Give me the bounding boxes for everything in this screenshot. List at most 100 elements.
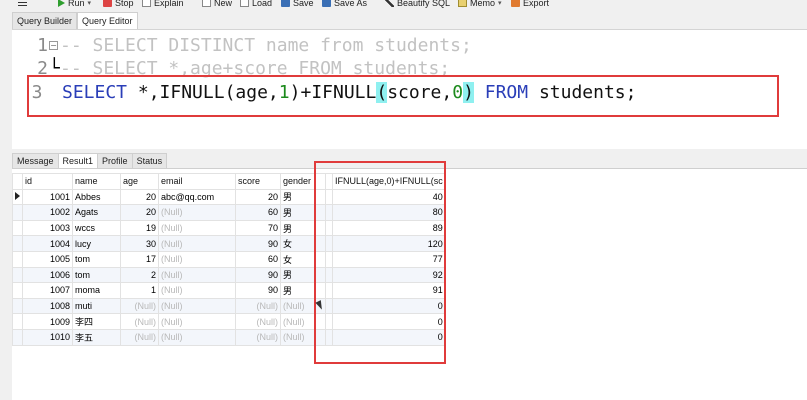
editor-tabs: Query Builder Query Editor [12, 12, 138, 29]
new-button[interactable]: New [202, 0, 232, 9]
table-cell[interactable]: (Null) [235, 297, 281, 315]
chevron-down-icon: ▾ [87, 0, 92, 7]
row-selector[interactable] [12, 313, 23, 330]
table-cell[interactable]: 1008 [22, 297, 73, 315]
table-cell[interactable]: (Null) [158, 250, 236, 268]
table-cell[interactable]: (Null) [158, 204, 236, 221]
save-as-button[interactable]: Save As [322, 0, 367, 9]
column-header[interactable]: score [235, 173, 281, 190]
table-cell[interactable]: 90 [235, 282, 281, 299]
table-cell[interactable]: 17 [120, 250, 159, 268]
table-cell[interactable]: 1005 [22, 250, 73, 268]
tab-profile[interactable]: Profile [97, 153, 133, 168]
table-cell[interactable]: 2 [120, 266, 159, 284]
table-cell[interactable]: (Null) [158, 219, 236, 237]
column-header[interactable]: name [72, 173, 121, 190]
table-cell[interactable]: (Null) [158, 297, 236, 315]
explain-button[interactable]: Explain [142, 0, 184, 9]
play-icon [58, 0, 65, 7]
row-selector[interactable] [12, 188, 23, 206]
code-line-1: 1− -- SELECT DISTINCT name from students; [12, 34, 472, 56]
sql-highlight-box [27, 75, 779, 117]
table-cell[interactable]: (Null) [120, 328, 159, 346]
row-selector[interactable] [12, 282, 23, 299]
load-icon [240, 0, 249, 7]
column-header[interactable]: email [158, 173, 236, 190]
row-selector[interactable] [12, 219, 23, 237]
fold-toggle-icon[interactable]: − [49, 40, 58, 50]
table-cell[interactable]: (Null) [235, 313, 281, 330]
result-tabs: Message Result1 Profile Status [12, 153, 168, 168]
row-selector[interactable] [12, 235, 23, 252]
memo-button[interactable]: Memo ▾ [458, 0, 502, 9]
table-cell[interactable]: 1009 [22, 313, 73, 330]
save-as-icon [322, 0, 331, 7]
load-button[interactable]: Load [240, 0, 272, 9]
table-cell[interactable]: (Null) [120, 297, 159, 315]
tab-result1[interactable]: Result1 [57, 153, 99, 168]
line-number: 1 [37, 34, 48, 56]
table-cell[interactable]: (Null) [158, 235, 236, 252]
table-cell[interactable]: 1001 [22, 188, 73, 206]
hamburger-icon [18, 0, 27, 7]
table-cell[interactable]: 90 [235, 266, 281, 284]
table-cell[interactable]: 60 [235, 204, 281, 221]
table-cell[interactable]: abc@qq.com [158, 188, 236, 206]
table-cell[interactable]: 70 [235, 219, 281, 237]
table-cell[interactable]: 李五 [72, 328, 121, 346]
tab-query-builder[interactable]: Query Builder [12, 12, 78, 29]
tab-query-editor[interactable]: Query Editor [77, 12, 138, 29]
row-selector[interactable] [12, 250, 23, 268]
row-selector[interactable] [12, 204, 23, 221]
export-icon [511, 0, 520, 7]
column-header[interactable]: age [120, 173, 159, 190]
table-cell[interactable]: Agats [72, 204, 121, 221]
stop-icon [103, 0, 112, 7]
table-cell[interactable]: 1010 [22, 328, 73, 346]
table-cell[interactable]: 1007 [22, 282, 73, 299]
memo-icon [458, 0, 467, 7]
column-header[interactable]: id [22, 173, 73, 190]
column-highlight-box [314, 161, 446, 364]
table-cell[interactable]: 19 [120, 219, 159, 237]
chevron-down-icon: ▾ [498, 0, 502, 7]
stop-button[interactable]: Stop [103, 0, 134, 9]
run-button[interactable]: Run ▾ [58, 0, 91, 9]
table-cell[interactable]: lucy [72, 235, 121, 252]
row-selector[interactable] [12, 328, 23, 346]
table-cell[interactable]: tom [72, 266, 121, 284]
table-cell[interactable]: moma [72, 282, 121, 299]
beautify-sql-button[interactable]: Beautify SQL [385, 0, 450, 9]
table-cell[interactable]: (Null) [235, 328, 281, 346]
table-cell[interactable]: (Null) [120, 313, 159, 330]
table-cell[interactable]: 1004 [22, 235, 73, 252]
menu-button[interactable] [18, 0, 27, 9]
tab-status[interactable]: Status [131, 153, 168, 168]
table-cell[interactable]: (Null) [158, 266, 236, 284]
table-cell[interactable]: 1003 [22, 219, 73, 237]
table-cell[interactable]: wccs [72, 219, 121, 237]
export-button[interactable]: Export [511, 0, 549, 9]
table-cell[interactable]: (Null) [158, 282, 236, 299]
table-cell[interactable]: (Null) [158, 328, 236, 346]
table-cell[interactable]: 20 [120, 204, 159, 221]
table-cell[interactable]: 1006 [22, 266, 73, 284]
table-cell[interactable]: Abbes [72, 188, 121, 206]
table-cell[interactable]: (Null) [158, 313, 236, 330]
row-selector[interactable] [12, 266, 23, 284]
table-cell[interactable]: tom [72, 250, 121, 268]
table-cell[interactable]: 李四 [72, 313, 121, 330]
current-row-icon [15, 191, 20, 200]
tab-message[interactable]: Message [12, 153, 59, 168]
table-cell[interactable]: 1 [120, 282, 159, 299]
table-cell[interactable]: 90 [235, 235, 281, 252]
row-selector[interactable] [12, 297, 23, 315]
table-cell[interactable]: 20 [120, 188, 159, 206]
table-cell[interactable]: muti [72, 297, 121, 315]
table-cell[interactable]: 30 [120, 235, 159, 252]
save-button[interactable]: Save [281, 0, 314, 9]
sql-comment: -- SELECT DISTINCT name from students; [60, 34, 472, 56]
table-cell[interactable]: 1002 [22, 204, 73, 221]
table-cell[interactable]: 20 [235, 188, 281, 206]
table-cell[interactable]: 60 [235, 250, 281, 268]
